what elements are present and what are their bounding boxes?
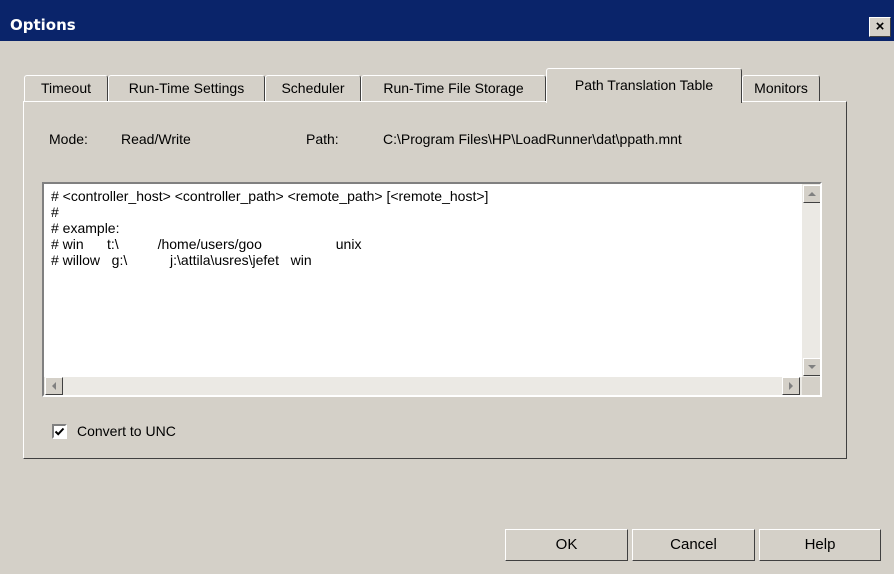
convert-unc-label[interactable]: Convert to UNC xyxy=(77,423,176,439)
tab-run-time-file-storage[interactable]: Run-Time File Storage xyxy=(361,75,546,101)
arrow-down-icon xyxy=(808,365,816,369)
arrow-left-icon xyxy=(52,382,56,390)
scrollbar-corner xyxy=(802,377,820,395)
scroll-right-button[interactable] xyxy=(782,377,800,395)
tab-timeout[interactable]: Timeout xyxy=(24,75,108,101)
mode-label: Mode: xyxy=(49,131,88,147)
path-translation-editor[interactable]: # <controller_host> <controller_path> <r… xyxy=(42,182,822,397)
tab-scheduler[interactable]: Scheduler xyxy=(265,75,361,101)
help-button[interactable]: Help xyxy=(759,529,881,561)
scroll-left-button[interactable] xyxy=(45,377,63,395)
convert-unc-checkbox[interactable] xyxy=(52,424,67,439)
tab-path-translation-table[interactable]: Path Translation Table xyxy=(546,68,742,103)
tab-run-time-settings[interactable]: Run-Time Settings xyxy=(108,75,265,101)
path-label: Path: xyxy=(306,131,339,147)
vertical-scrollbar[interactable] xyxy=(802,184,820,377)
mode-value: Read/Write xyxy=(121,131,191,147)
window-title: Options xyxy=(10,16,76,34)
close-button[interactable]: × xyxy=(869,17,891,37)
checkmark-icon xyxy=(54,427,65,436)
tab-monitors[interactable]: Monitors xyxy=(742,75,820,101)
arrow-up-icon xyxy=(808,192,816,196)
path-value: C:\Program Files\HP\LoadRunner\dat\ppath… xyxy=(383,131,682,147)
arrow-right-icon xyxy=(789,382,793,390)
cancel-button[interactable]: Cancel xyxy=(632,529,755,561)
title-bar: Options × xyxy=(0,0,894,42)
ok-button[interactable]: OK xyxy=(505,529,628,561)
close-icon: × xyxy=(875,18,885,35)
editor-content[interactable]: # <controller_host> <controller_path> <r… xyxy=(51,188,488,268)
scroll-down-button[interactable] xyxy=(803,358,820,376)
horizontal-scrollbar[interactable] xyxy=(44,377,802,395)
tab-strip: Timeout Run-Time Settings Scheduler Run-… xyxy=(24,68,844,103)
scroll-up-button[interactable] xyxy=(803,185,820,203)
